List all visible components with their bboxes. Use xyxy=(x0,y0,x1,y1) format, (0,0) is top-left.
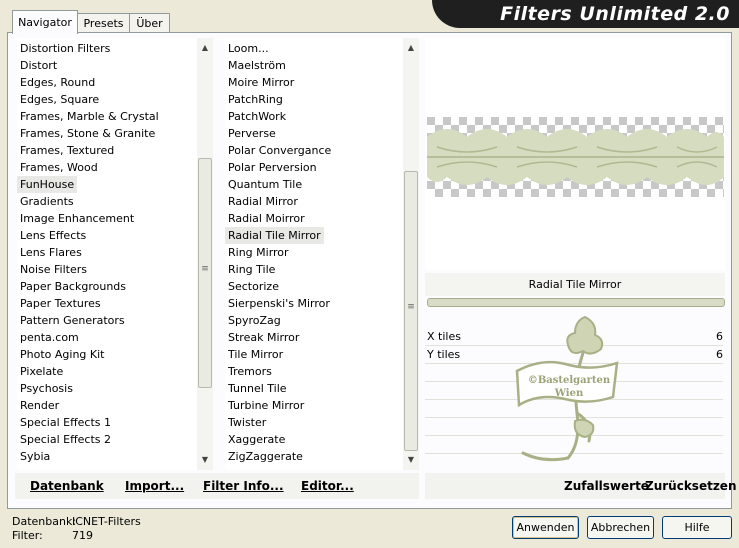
param-label: X tiles xyxy=(427,330,461,343)
apply-button[interactable]: Anwenden xyxy=(512,516,579,539)
category-item[interactable]: Render xyxy=(17,397,62,414)
filter-item[interactable]: Turbine Mirror xyxy=(225,397,307,414)
filter-item[interactable]: Twister xyxy=(225,414,269,431)
scroll-down-icon[interactable]: ▼ xyxy=(197,452,213,468)
reset-button[interactable]: Zurücksetzen xyxy=(645,479,736,493)
filter-item[interactable]: Loom... xyxy=(225,40,272,57)
filter-progress-bar xyxy=(427,298,725,307)
filter-item[interactable]: Sectorize xyxy=(225,278,282,295)
filter-item[interactable]: PatchWork xyxy=(225,108,289,125)
filter-item[interactable]: Radial Mirror xyxy=(225,193,301,210)
filter-item[interactable]: PatchRing xyxy=(225,91,286,108)
filter-item[interactable]: Perverse xyxy=(225,125,279,142)
category-item[interactable]: Paper Textures xyxy=(17,295,104,312)
randomize-button[interactable]: Zufallswerte xyxy=(564,479,649,493)
tab-presets[interactable]: Presets xyxy=(76,13,131,33)
filter-item[interactable]: Polar Convergance xyxy=(225,142,334,159)
filter-item[interactable]: Quantum Tile xyxy=(225,176,305,193)
param-value: 6 xyxy=(716,348,723,361)
param-label: Y tiles xyxy=(427,348,461,361)
watermark-text: ©Bastelgarten Wien xyxy=(527,375,611,399)
category-item[interactable]: Sybia xyxy=(17,448,53,465)
category-item[interactable]: FunHouse xyxy=(17,176,78,193)
help-button[interactable]: Hilfe xyxy=(662,516,732,539)
filter-item[interactable]: Streak Mirror xyxy=(225,329,302,346)
scroll-down-icon[interactable]: ▼ xyxy=(403,452,419,468)
category-item[interactable]: Pixelate xyxy=(17,363,66,380)
filter-info-button[interactable]: Filter Info... xyxy=(203,479,284,493)
category-item[interactable]: Distortion Filters xyxy=(17,40,113,57)
scroll-up-icon[interactable]: ▲ xyxy=(197,40,213,56)
status-filter-label: Filter: xyxy=(12,529,43,542)
category-item[interactable]: Pattern Generators xyxy=(17,312,128,329)
category-item[interactable]: Lens Effects xyxy=(17,227,89,244)
filter-item[interactable]: Radial Moirror xyxy=(225,210,308,227)
category-item[interactable]: Frames, Textured xyxy=(17,142,117,159)
status-filter-value: 719 xyxy=(72,529,93,542)
category-item[interactable]: Noise Filters xyxy=(17,261,90,278)
tab-navigator[interactable]: Navigator xyxy=(12,10,78,34)
filter-item[interactable]: Xaggerate xyxy=(225,431,288,448)
category-scrollbar[interactable]: ▲ ≡ ▼ xyxy=(197,38,213,470)
grip-icon: ≡ xyxy=(407,302,415,312)
editor-button[interactable]: Editor... xyxy=(301,479,354,493)
filter-name-label: Radial Tile Mirror xyxy=(425,273,725,296)
scroll-up-icon[interactable]: ▲ xyxy=(403,40,419,56)
category-item[interactable]: Edges, Round xyxy=(17,74,98,91)
grip-icon: ≡ xyxy=(201,264,209,274)
category-item[interactable]: Photo Aging Kit xyxy=(17,346,107,363)
category-item[interactable]: Paper Backgrounds xyxy=(17,278,129,295)
category-item[interactable]: Frames, Wood xyxy=(17,159,101,176)
category-item[interactable]: Image Enhancement xyxy=(17,210,137,227)
filter-item[interactable]: Tunnel Tile xyxy=(225,380,290,397)
category-item[interactable]: Gradients xyxy=(17,193,77,210)
category-item[interactable]: Frames, Marble & Crystal xyxy=(17,108,162,125)
category-item[interactable]: Distort xyxy=(17,57,60,74)
import-button[interactable]: Import... xyxy=(125,479,184,493)
category-list[interactable]: Distortion Filters Distort Edges, Round Edg… xyxy=(17,38,197,470)
filter-item[interactable]: Moire Mirror xyxy=(225,74,297,91)
category-item[interactable]: penta.com xyxy=(17,329,82,346)
cancel-button[interactable]: Abbrechen xyxy=(587,516,654,539)
status-db-value: ICNET-Filters xyxy=(72,515,141,528)
category-item[interactable]: Psychosis xyxy=(17,380,76,397)
filter-item[interactable]: Tremors xyxy=(225,363,275,380)
filter-item[interactable]: SpyroZag xyxy=(225,312,284,329)
param-value: 6 xyxy=(716,330,723,343)
filter-item[interactable]: Radial Tile Mirror xyxy=(225,227,324,244)
filter-item[interactable]: Tile Mirror xyxy=(225,346,286,363)
tab-ueber[interactable]: Über xyxy=(129,13,170,33)
category-item[interactable]: Frames, Stone & Granite xyxy=(17,125,158,142)
category-item[interactable]: Special Effects 1 xyxy=(17,414,114,431)
category-item[interactable]: Edges, Square xyxy=(17,91,102,108)
category-scroll-thumb[interactable]: ≡ xyxy=(198,158,212,388)
app-title: Filters Unlimited 2.0 xyxy=(500,3,730,25)
status-db-label: Datenbank: xyxy=(12,515,77,528)
filter-scroll-thumb[interactable]: ≡ xyxy=(404,171,418,451)
filter-item[interactable]: Ring Mirror xyxy=(225,244,292,261)
category-item[interactable]: Lens Flares xyxy=(17,244,85,261)
filter-item[interactable]: ZigZaggerate xyxy=(225,448,306,465)
filter-item[interactable]: Maelström xyxy=(225,57,289,74)
filter-item[interactable]: Ring Tile xyxy=(225,261,278,278)
filter-list[interactable]: Loom... Maelström Moire Mirror PatchRing Pat… xyxy=(225,38,403,470)
category-item[interactable]: Special Effects 2 xyxy=(17,431,114,448)
datenbank-button[interactable]: Datenbank xyxy=(30,479,104,493)
filter-item[interactable]: Sierpenski's Mirror xyxy=(225,295,333,312)
filter-item[interactable]: Polar Perversion xyxy=(225,159,320,176)
preview-image xyxy=(427,117,724,197)
filter-scrollbar[interactable]: ▲ ≡ ▼ xyxy=(403,38,419,470)
